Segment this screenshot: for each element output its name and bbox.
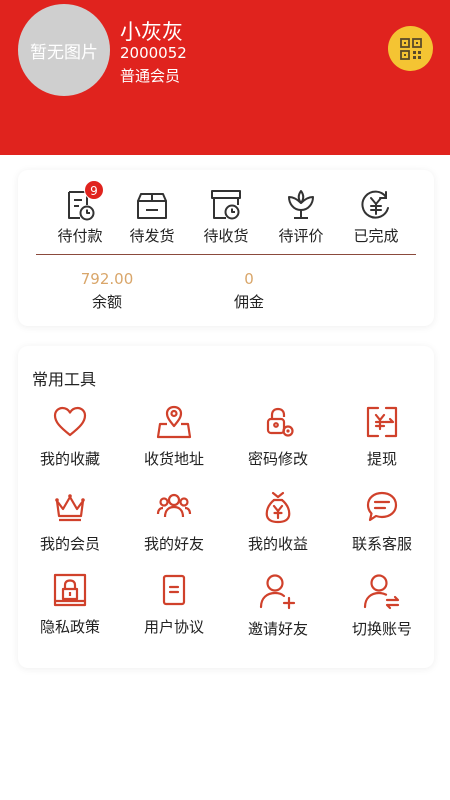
order-pending-receipt[interactable]: 待收货 <box>186 188 266 246</box>
qr-code-button[interactable] <box>388 26 433 71</box>
tool-label: 邀请好友 <box>247 620 308 638</box>
tools-card: 常用工具 我的收藏 收货地址 密码修改 提现 我的会员 我的好友 我的收益 联系… <box>18 346 434 668</box>
balance-value: 792.00 <box>80 270 134 288</box>
order-label: 待收货 <box>203 227 249 245</box>
switch-user-icon <box>363 574 400 610</box>
tool-favorites[interactable]: 我的收藏 <box>18 404 122 469</box>
tool-label: 用户协议 <box>143 618 204 636</box>
chat-icon <box>366 491 398 522</box>
user-name: 小灰灰 <box>120 20 183 44</box>
tool-invite-friends[interactable]: 邀请好友 <box>226 572 330 639</box>
tool-address[interactable]: 收货地址 <box>122 404 226 469</box>
order-pending-review[interactable]: 待评价 <box>261 188 341 246</box>
tool-switch-account[interactable]: 切换账号 <box>330 572 434 639</box>
tool-label: 我的收益 <box>247 535 308 553</box>
tool-label: 收货地址 <box>143 450 204 468</box>
tool-label: 我的好友 <box>143 535 204 553</box>
tool-friends[interactable]: 我的好友 <box>122 489 226 554</box>
heart-icon <box>53 406 87 437</box>
add-user-icon <box>259 574 296 610</box>
balance-block[interactable]: 792.00 余额 <box>52 270 162 312</box>
tool-label: 联系客服 <box>351 535 412 553</box>
privacy-lock-icon <box>53 573 87 607</box>
order-label: 待评价 <box>278 227 324 245</box>
crown-icon <box>55 494 85 522</box>
tool-label: 提现 <box>366 450 397 468</box>
tool-customer-service[interactable]: 联系客服 <box>330 489 434 554</box>
tool-label: 我的收藏 <box>39 450 100 468</box>
orders-card: 9 待付款 待发货 待收货 待评价 已完成 792.00 余额 0 佣金 <box>18 170 434 326</box>
pending-receipt-icon <box>211 190 241 220</box>
commission-label: 佣金 <box>233 293 264 311</box>
lock-gear-icon <box>266 407 294 437</box>
user-id: 2000052 <box>120 44 187 62</box>
friends-icon <box>156 493 192 518</box>
order-label: 已完成 <box>353 227 399 245</box>
balance-label: 余额 <box>91 293 122 311</box>
pending-payment-badge: 9 <box>84 180 104 200</box>
order-label: 待付款 <box>57 227 103 245</box>
avatar[interactable]: 暂无图片 <box>18 4 110 96</box>
orders-divider <box>36 254 416 255</box>
order-pending-payment[interactable]: 9 待付款 <box>40 180 120 246</box>
tool-privacy-policy[interactable]: 隐私政策 <box>18 572 122 637</box>
tool-label: 我的会员 <box>39 535 100 553</box>
map-pin-icon <box>156 405 192 439</box>
tool-earnings[interactable]: 我的收益 <box>226 489 330 554</box>
tool-withdraw[interactable]: 提现 <box>330 404 434 469</box>
order-completed[interactable]: 已完成 <box>336 188 416 246</box>
tool-change-password[interactable]: 密码修改 <box>226 404 330 469</box>
pending-review-icon <box>288 190 314 219</box>
commission-block[interactable]: 0 佣金 <box>194 270 304 312</box>
order-label: 待发货 <box>129 227 175 245</box>
document-icon <box>162 574 186 606</box>
tools-title: 常用工具 <box>32 370 97 389</box>
profile-header: 暂无图片 小灰灰 2000052 普通会员 <box>0 0 450 155</box>
tool-user-agreement[interactable]: 用户协议 <box>122 572 226 637</box>
tool-label: 切换账号 <box>351 620 412 638</box>
money-bag-icon <box>265 491 291 524</box>
member-level: 普通会员 <box>120 67 181 85</box>
pending-shipment-icon <box>137 193 167 219</box>
tool-membership[interactable]: 我的会员 <box>18 489 122 554</box>
tool-label: 隐私政策 <box>39 618 100 636</box>
completed-icon <box>361 190 389 219</box>
withdraw-icon <box>366 406 398 438</box>
qr-code-icon <box>399 37 422 60</box>
tool-label: 密码修改 <box>247 450 308 468</box>
commission-value: 0 <box>244 270 254 288</box>
order-pending-shipment[interactable]: 待发货 <box>112 188 192 246</box>
